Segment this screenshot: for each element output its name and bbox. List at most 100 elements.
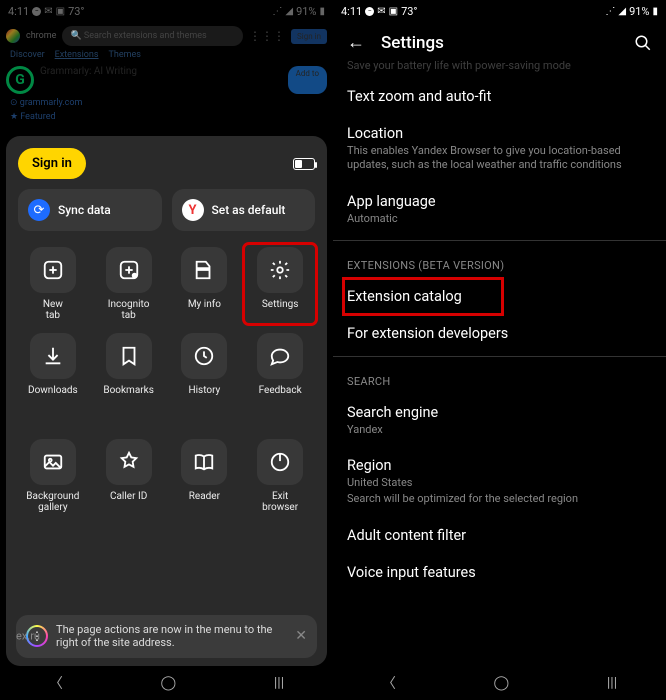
menu-grid: Newtab Incognitotab My info Settings Downloa… — [18, 245, 315, 515]
status-icon: − — [32, 7, 41, 16]
system-nav-bar: 〈 ◯ ||| — [0, 666, 333, 700]
tile-downloads[interactable]: Downloads — [18, 331, 88, 409]
tile-label: Downloads — [28, 385, 78, 407]
exit-browser-icon — [257, 439, 303, 485]
reader-icon — [181, 439, 227, 485]
sync-label: Sync data — [58, 203, 111, 217]
system-nav-bar: 〈 ◯ ||| — [333, 666, 666, 700]
settings-item-label: Region — [347, 457, 652, 474]
settings-item-search-engine[interactable]: Search engineYandex — [347, 394, 652, 447]
tile-label: Bookmarks — [103, 385, 154, 407]
tile-bg-gallery[interactable]: Backgroundgallery — [18, 437, 88, 515]
tile-label: Settings — [262, 299, 299, 321]
tile-label: History — [188, 385, 220, 407]
settings-section-header: EXTENSIONS (BETA VERSION) — [347, 245, 652, 278]
settings-item-extension-catalog[interactable]: Extension catalog — [343, 278, 503, 315]
battery-saver-icon[interactable] — [293, 158, 315, 170]
nav-recents-button[interactable]: ||| — [607, 675, 617, 691]
tile-my-info[interactable]: My info — [170, 245, 240, 323]
left-pane: 4:11 − ✉ ▣ 73° ⋰ ◢ 91% ▮ chrome 🔍 Search… — [0, 0, 333, 700]
chrome-icon — [6, 29, 20, 43]
search-button[interactable] — [634, 34, 652, 52]
tile-history[interactable]: History — [170, 331, 240, 409]
settings-item-label: For extension developers — [347, 325, 652, 342]
signal-icon: ◢ — [618, 6, 626, 17]
backdrop-card-link: ⊙ grammarly.com — [10, 98, 327, 108]
settings-item-label: Text zoom and auto-fit — [347, 88, 652, 105]
settings-item-text-zoom-and-auto-fit[interactable]: Text zoom and auto-fit — [347, 78, 652, 115]
camera-icon: ✉ — [377, 6, 385, 17]
add-to-button: Add to — [288, 66, 327, 94]
bookmarks-icon — [106, 333, 152, 379]
page-title: Settings — [381, 33, 618, 53]
grid-icon: ⋮⋮⋮ — [249, 29, 285, 43]
nav-back-button[interactable]: 〈 — [382, 673, 396, 693]
tile-new-tab[interactable]: Newtab — [18, 245, 88, 323]
default-label: Set as default — [212, 203, 286, 217]
settings-item-for-extension-developers[interactable]: For extension developers — [347, 315, 652, 352]
caller-id-icon — [106, 439, 152, 485]
backdrop-featured: ★ Featured — [10, 112, 327, 122]
settings-item-adult-content-filter[interactable]: Adult content filter — [347, 517, 652, 554]
grammarly-icon: G — [6, 66, 34, 94]
status-temp: 73° — [401, 5, 417, 18]
status-time: 4:11 — [8, 5, 29, 18]
nav-back-button[interactable]: 〈 — [49, 673, 63, 693]
feedback-icon — [257, 333, 303, 379]
tile-exit-browser[interactable]: Exitbrowser — [245, 437, 315, 515]
backdrop-signin: Sign in — [291, 29, 327, 44]
status-bar: 4:11 − ✉ ▣ 73° ⋰ ◢ 91% ▮ — [0, 0, 333, 22]
wifi-icon: ⋰ — [605, 6, 615, 17]
settings-item-label: Voice input features — [347, 564, 652, 581]
settings-section-header: SEARCH — [347, 361, 652, 394]
tile-label: Feedback — [259, 385, 302, 407]
incognito-tab-icon — [106, 247, 152, 293]
dimmed-webstore-backdrop: chrome 🔍 Search extensions and themes ⋮⋮… — [0, 22, 333, 126]
status-bar: 4:11 − ✉ ▣ 73° ⋰ ◢ 91% ▮ — [333, 0, 666, 22]
nav-recents-button[interactable]: ||| — [274, 675, 284, 691]
settings-item-sub2: Search will be optimized for the selecte… — [347, 492, 652, 506]
tile-label: Reader — [189, 491, 220, 513]
webstore-search: 🔍 Search extensions and themes — [62, 26, 243, 46]
nav-home-button[interactable]: ◯ — [494, 675, 510, 691]
settings-item-sub: Automatic — [347, 212, 652, 226]
status-temp: 73° — [68, 5, 84, 18]
tile-label: Incognitotab — [108, 299, 150, 321]
settings-item-app-language[interactable]: App languageAutomatic — [347, 183, 652, 236]
bg-gallery-icon — [30, 439, 76, 485]
tile-label: Caller ID — [110, 491, 147, 513]
battery-icon: ▮ — [319, 6, 325, 17]
nav-home-button[interactable]: ◯ — [161, 675, 177, 691]
sign-in-button[interactable]: Sign in — [18, 148, 86, 179]
right-pane: 4:11 − ✉ ▣ 73° ⋰ ◢ 91% ▮ ← Settings Save… — [333, 0, 666, 700]
tile-label: Exitbrowser — [262, 491, 298, 513]
downloads-icon — [30, 333, 76, 379]
status-time: 4:11 — [341, 5, 362, 18]
wifi-icon: ⋰ — [272, 6, 282, 17]
set-default-button[interactable]: Y Set as default — [172, 189, 316, 231]
tile-bookmarks[interactable]: Bookmarks — [94, 331, 164, 409]
close-tip-button[interactable]: ✕ — [295, 628, 307, 644]
sync-data-button[interactable]: ⟳ Sync data — [18, 189, 162, 231]
tile-label: Newtab — [43, 299, 63, 321]
settings-item-voice-input-features[interactable]: Voice input features — [347, 554, 652, 591]
image-icon: ▣ — [56, 6, 65, 17]
settings-header: ← Settings — [333, 22, 666, 59]
tile-feedback[interactable]: Feedback — [245, 331, 315, 409]
backdrop-extension-card: G Grammarly: AI Writing Add to — [6, 66, 327, 94]
settings-item-location[interactable]: LocationThis enables Yandex Browser to g… — [347, 115, 652, 183]
tile-caller-id[interactable]: Caller ID — [94, 437, 164, 515]
tip-edge-text: ex.ru — [16, 630, 40, 643]
settings-item-region[interactable]: Region United States Search will be optimi… — [347, 447, 652, 517]
tile-label: My info — [188, 299, 221, 321]
tile-incognito-tab[interactable]: Incognitotab — [94, 245, 164, 323]
tip-text: The page actions are now in the menu to … — [56, 623, 287, 651]
back-button[interactable]: ← — [347, 32, 365, 53]
settings-item-sub: United States — [347, 476, 652, 490]
tile-settings[interactable]: Settings — [245, 245, 315, 323]
tile-reader[interactable]: Reader — [170, 437, 240, 515]
settings-item-sub: This enables Yandex Browser to give you … — [347, 144, 652, 173]
settings-icon — [257, 247, 303, 293]
battery-icon: ▮ — [652, 6, 658, 17]
my-info-icon — [181, 247, 227, 293]
